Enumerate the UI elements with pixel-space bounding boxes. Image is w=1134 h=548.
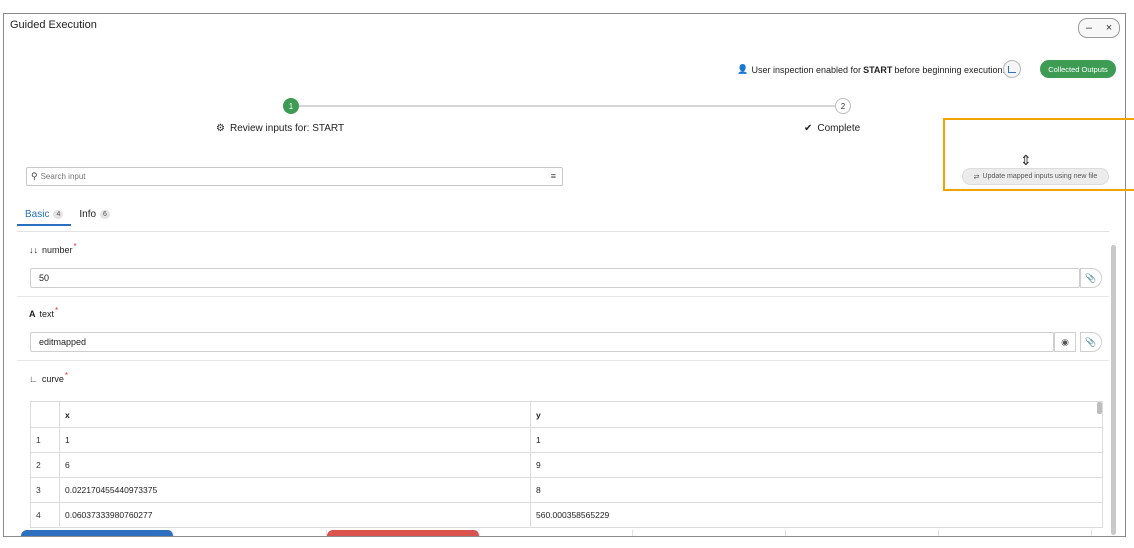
inspection-notice: 👤 User inspection enabled for START befo… (737, 64, 1005, 75)
gear-icon: ⚙ (216, 123, 225, 134)
tab-basic-label: Basic (25, 208, 50, 220)
window-title: Guided Execution (10, 19, 97, 31)
column-header-y[interactable]: y (530, 401, 1103, 428)
row-index: 1 (30, 427, 60, 453)
view-button-text[interactable]: ◉ (1054, 332, 1076, 352)
swap-icon: ⇄ (973, 173, 980, 181)
input-tabs: Basic 4 Info 6 (17, 204, 118, 226)
close-button[interactable]: × (1106, 22, 1112, 34)
text-icon: A (29, 309, 36, 319)
number-input[interactable]: 50 (30, 268, 1080, 288)
step-1-label: ⚙ Review inputs for: START (216, 123, 344, 134)
inputs-panel: ↓↓ number * 50 📎 A text * editmapped ◉ 📎… (17, 231, 1116, 536)
search-icon: ⚲ (31, 171, 38, 181)
window-controls: – × (1078, 18, 1120, 38)
tab-info[interactable]: Info 6 (71, 204, 118, 224)
column-header-x[interactable]: x (59, 401, 531, 428)
row-index: 2 (30, 452, 60, 478)
step-1-label-text: Review inputs for: START (229, 123, 345, 134)
table-scrollbar[interactable] (1097, 402, 1102, 414)
bottom-button-primary[interactable] (21, 530, 174, 536)
row-index-header (30, 401, 60, 428)
required-marker: * (64, 370, 68, 380)
curve-table: x y 1 1 1 2 6 9 3 0.022170455440973375 8… (30, 401, 1103, 528)
bar-chart-icon (1008, 65, 1016, 73)
tab-basic-count: 4 (53, 209, 64, 219)
update-mapped-inputs-label: Update mapped inputs using new file (982, 173, 1098, 180)
cell-y[interactable]: 8 (530, 477, 1103, 503)
bottom-button[interactable] (480, 530, 633, 536)
required-marker: * (55, 305, 59, 315)
step-2-label-text: Complete (817, 123, 861, 134)
panel-scrollbar[interactable] (1111, 245, 1116, 535)
check-circle-icon: ✔ (804, 123, 813, 134)
inspection-node: START (863, 64, 893, 75)
number-label-text: number (42, 245, 73, 255)
sort-numeric-icon: ↓↓ (29, 245, 38, 255)
required-marker: * (73, 241, 77, 251)
minimize-button[interactable]: – (1086, 22, 1092, 34)
tab-info-label: Info (79, 208, 97, 220)
inspection-text-prefix: User inspection enabled for (751, 64, 862, 75)
paperclip-icon: 📎 (1085, 272, 1097, 283)
bottom-button[interactable] (786, 530, 939, 536)
table-row: 3 0.022170455440973375 8 (30, 477, 1103, 503)
eye-icon: ◉ (1061, 336, 1069, 347)
tab-basic[interactable]: Basic 4 (17, 204, 72, 226)
cell-x[interactable]: 6 (59, 452, 531, 478)
user-icon: 👤 (737, 64, 749, 74)
filter-icon[interactable]: ≡ (551, 171, 556, 181)
update-mapped-inputs-button[interactable]: ⇄ Update mapped inputs using new file (962, 168, 1109, 185)
row-index: 4 (30, 502, 60, 528)
search-placeholder: Search input (40, 172, 86, 181)
table-row: 4 0.06037333980760277 560.000358565229 (30, 502, 1103, 528)
line-chart-icon: ∟ (29, 374, 38, 384)
search-input[interactable]: ⚲ Search input ≡ (26, 167, 563, 186)
paperclip-icon: 📎 (1085, 336, 1097, 347)
bottom-action-bar (21, 530, 1125, 536)
inspection-text-suffix: before beginning execution. (894, 64, 1005, 75)
table-header-row: x y (30, 401, 1103, 428)
divider (17, 360, 1109, 361)
tab-info-count: 6 (100, 209, 110, 219)
bottom-button-danger[interactable] (327, 530, 480, 536)
stepper-line (291, 105, 841, 107)
number-field-label: ↓↓ number * (29, 241, 77, 256)
curve-field-label: ∟ curve * (29, 370, 68, 385)
bottom-button[interactable] (939, 530, 1092, 536)
cell-y[interactable]: 560.000358565229 (530, 502, 1103, 528)
cell-x[interactable]: 1 (59, 427, 531, 453)
bottom-button[interactable] (633, 530, 786, 536)
cell-y[interactable]: 9 (530, 452, 1103, 478)
guided-execution-window: Guided Execution – × 👤 User inspection e… (3, 13, 1126, 537)
collected-outputs-button[interactable]: Collected Outputs (1040, 60, 1116, 78)
text-field-label: A text * (29, 305, 59, 320)
step-2-marker[interactable]: 2 (835, 98, 851, 114)
title-bar: Guided Execution – × (4, 14, 1125, 38)
bottom-button[interactable] (174, 530, 327, 536)
table-row: 1 1 1 (30, 427, 1103, 453)
text-input[interactable]: editmapped (30, 332, 1054, 352)
curve-label-text: curve (41, 374, 64, 384)
row-index: 3 (30, 477, 60, 503)
cell-x[interactable]: 0.06037333980760277 (59, 502, 531, 528)
attach-button-number[interactable]: 📎 (1080, 268, 1102, 288)
chart-button[interactable] (1003, 60, 1021, 78)
text-label-text: text (39, 309, 55, 319)
divider (17, 296, 1109, 297)
cell-y[interactable]: 1 (530, 427, 1103, 453)
table-row: 2 6 9 (30, 452, 1103, 478)
step-2-label: ✔ Complete (804, 123, 860, 134)
resize-cursor-icon: ⇕ (1020, 152, 1032, 168)
attach-button-text[interactable]: 📎 (1080, 332, 1102, 352)
step-1-marker[interactable]: 1 (283, 98, 299, 114)
cell-x[interactable]: 0.022170455440973375 (59, 477, 531, 503)
